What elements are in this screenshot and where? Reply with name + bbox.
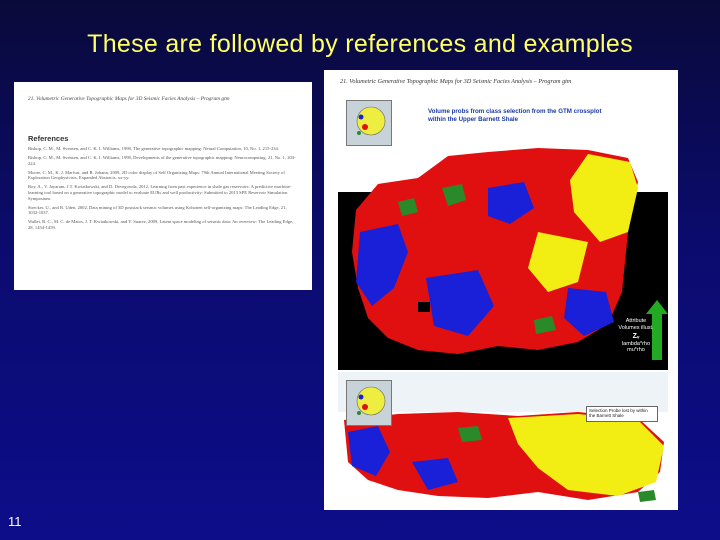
attribute-label: Attribute bbox=[625, 318, 647, 324]
references-heading: References bbox=[28, 134, 69, 143]
top-seismic-panel: Volume probs from class selection from t… bbox=[338, 92, 668, 370]
example-figure-page: 21. Volumetric Generative Topographic Ma… bbox=[324, 70, 678, 510]
references-page: 21. Volumetric Generative Topographic Ma… bbox=[14, 82, 312, 290]
reference-item: Bishop, C. M., M. Svensen, and C. K. I. … bbox=[28, 146, 279, 151]
attribute-label: mu*rho bbox=[627, 347, 645, 353]
slide-title: These are followed by references and exa… bbox=[87, 30, 633, 58]
reference-item: Wallet, B. C., M. C. de Matos, J. T. Kwi… bbox=[28, 219, 294, 231]
reference-item: Bishop, C. M., M. Svensen, and C. K. I. … bbox=[28, 155, 296, 166]
reference-item: Strecker, U., and R. Uden, 2002, Data mi… bbox=[28, 204, 287, 216]
caption-line: within the Upper Barnett Shale bbox=[428, 115, 519, 123]
reference-item: Moore, C. M., K. J. Marfurt, and R. Joha… bbox=[28, 169, 285, 181]
selection-note-box: Selection Probe lost by within the Barne… bbox=[586, 406, 658, 422]
reference-item: Roy, A., V. Jayaram, J.T. Kwiatkowski, a… bbox=[28, 184, 292, 201]
slide-number: 11 bbox=[8, 514, 22, 529]
attribute-legend: Attribute Volumes illust. Zᵥ lambda*rho … bbox=[606, 318, 666, 354]
bottom-seismic-panel: Selection Probe lost by within the Barne… bbox=[338, 372, 668, 504]
crossplot-icon bbox=[356, 106, 386, 136]
caption-line: Volume probs from class selection from t… bbox=[428, 108, 602, 115]
references-page-header: 21. Volumetric Generative Topographic Ma… bbox=[28, 96, 230, 102]
crossplot-icon bbox=[356, 386, 386, 416]
figure-page-header: 21. Volumetric Generative Topographic Ma… bbox=[340, 78, 572, 85]
figure-caption: Volume probs from class selection from t… bbox=[428, 108, 602, 123]
gtm-crossplot-inset bbox=[346, 100, 392, 146]
attribute-label: lambda*rho bbox=[621, 340, 651, 347]
reference-list: Bishop, C. M., M. Svensen, and C. K. I. … bbox=[28, 146, 298, 234]
attribute-label: Volumes illust. bbox=[618, 324, 654, 331]
gtm-crossplot-inset bbox=[346, 380, 392, 426]
